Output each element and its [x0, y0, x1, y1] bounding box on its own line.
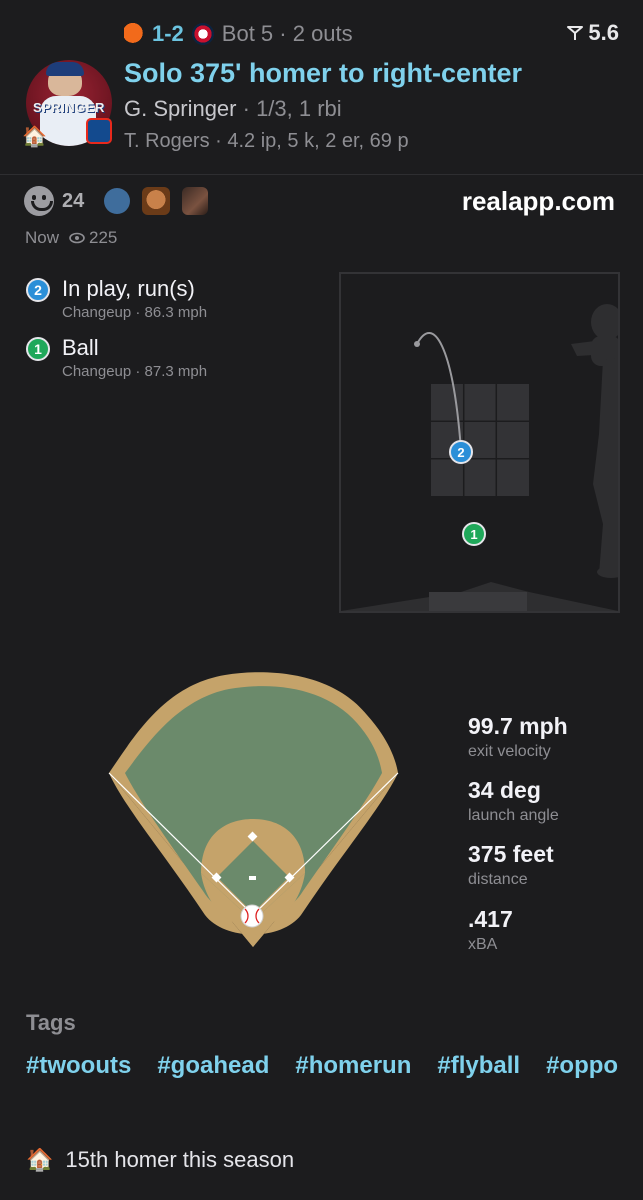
- pitch-number-badge: 2: [26, 278, 50, 302]
- game-score: 1-2: [152, 21, 184, 46]
- divider: [0, 174, 643, 175]
- home-icon: 🏠: [26, 1147, 54, 1172]
- batter-silhouette-icon: [571, 304, 625, 578]
- tag-link[interactable]: #twoouts: [26, 1052, 131, 1080]
- reactions-bar: 24: [24, 186, 209, 216]
- strike-zone-graphic: 2 1: [341, 304, 625, 611]
- spray-chart-field: [108, 672, 399, 947]
- pitch-item[interactable]: 1 Ball Changeup · 87.3 mph: [26, 335, 207, 380]
- exit-velocity-stat: 99.7 mph exit velocity: [468, 713, 568, 760]
- tag-link[interactable]: #homerun: [295, 1052, 411, 1080]
- tags-heading: Tags: [26, 1010, 76, 1035]
- smiley-reaction-icon[interactable]: [24, 186, 54, 216]
- strike-zone-panel: 2 1: [339, 272, 625, 613]
- orioles-logo-icon: [124, 23, 146, 45]
- pitch-number-badge: 1: [26, 337, 50, 361]
- reactor-avatar[interactable]: [182, 187, 209, 215]
- view-count: 225: [89, 228, 118, 247]
- strike-zone-grid: [431, 384, 529, 496]
- eye-icon: [69, 232, 85, 244]
- post-time: Now: [25, 228, 60, 247]
- home-icon: 🏠: [22, 126, 47, 148]
- svg-text:1: 1: [470, 527, 477, 542]
- pitch-marker-2[interactable]: 2: [449, 440, 473, 464]
- pitch-result: In play, run(s): [62, 276, 195, 301]
- batter-stats: · 1/3, 1 rbi: [242, 96, 342, 121]
- xba-stat: .417 xBA: [468, 906, 513, 953]
- pitcher-line[interactable]: T. Rogers · 4.2 ip, 5 k, 2 er, 69 p: [124, 130, 409, 153]
- pitch-detail: Changeup · 86.3 mph: [62, 304, 208, 321]
- inning-info: Bot 5 · 2 outs: [221, 21, 353, 46]
- leverage-index: 5.6: [566, 20, 619, 46]
- reactor-avatar[interactable]: [142, 187, 171, 215]
- batter-line: G. Springer · 1/3, 1 rbi: [124, 96, 342, 122]
- svg-text:2: 2: [457, 445, 464, 460]
- batter-name[interactable]: G. Springer: [124, 96, 237, 121]
- site-name[interactable]: realapp.com: [462, 186, 615, 217]
- play-title[interactable]: Solo 375' homer to right-center: [124, 58, 522, 89]
- distance-stat: 375 feet distance: [468, 841, 554, 888]
- leverage-icon: [567, 26, 584, 40]
- pitch-detail: Changeup · 87.3 mph: [62, 363, 208, 380]
- tag-link[interactable]: #flyball: [437, 1052, 520, 1080]
- tag-link[interactable]: #goahead: [157, 1052, 269, 1080]
- pitch-result: Ball: [62, 335, 99, 360]
- avatar-name-graphic: SPRINGER: [33, 100, 105, 115]
- pitch-marker-1[interactable]: 1: [462, 522, 486, 546]
- tag-link[interactable]: #oppo: [546, 1052, 618, 1080]
- reactor-avatar[interactable]: [104, 188, 131, 214]
- reaction-count: 24: [62, 189, 85, 212]
- post-meta: Now 225: [25, 228, 117, 248]
- milestone-text: 15th homer this season: [65, 1147, 295, 1172]
- baseball-icon: [240, 904, 264, 928]
- twins-logo-icon: [191, 23, 214, 45]
- blue-jays-logo-icon: [86, 118, 112, 144]
- pitch-item[interactable]: 2 In play, run(s) Changeup · 86.3 mph: [26, 276, 207, 321]
- leverage-value: 5.6: [588, 20, 619, 45]
- tag-list: #twoouts #goahead #homerun #flyball #opp…: [26, 1052, 626, 1080]
- scoreboard: 1-2 Bot 5 · 2 outs: [124, 20, 353, 48]
- milestone: 🏠 15th homer this season: [26, 1147, 294, 1173]
- launch-angle-stat: 34 deg launch angle: [468, 777, 559, 824]
